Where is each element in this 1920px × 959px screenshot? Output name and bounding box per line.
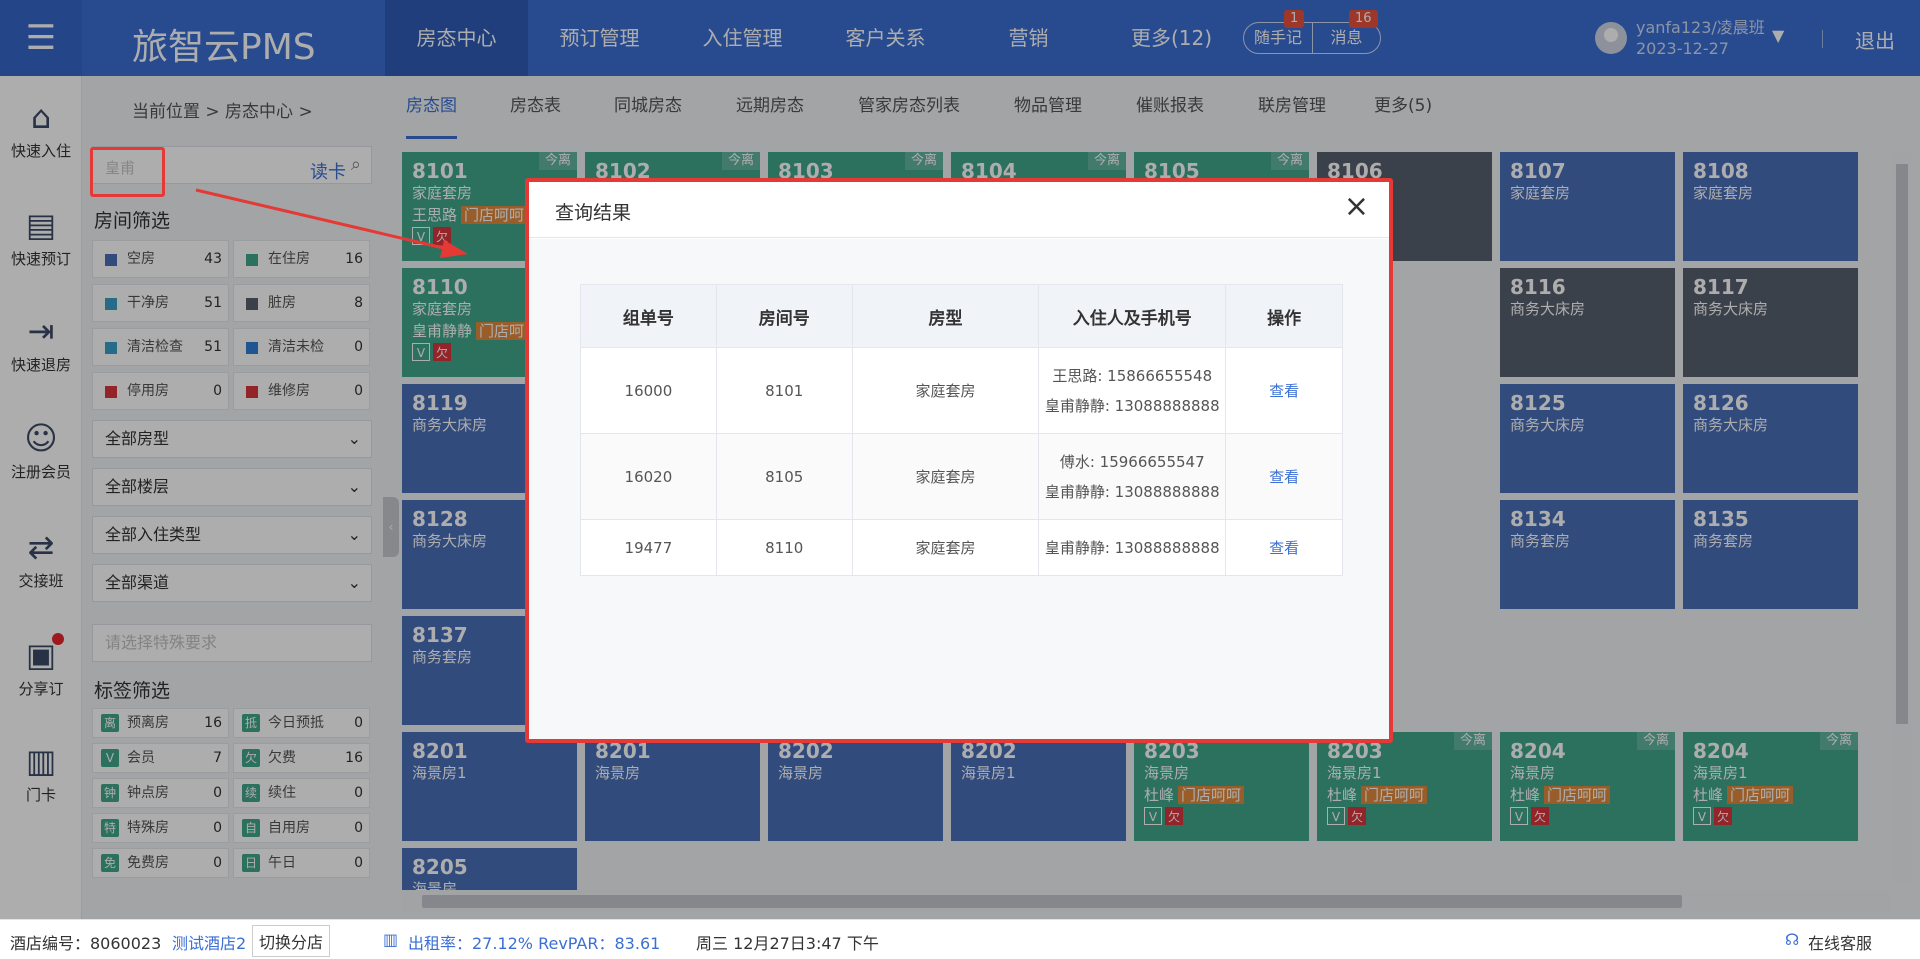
annotation-arrow (195, 188, 468, 258)
